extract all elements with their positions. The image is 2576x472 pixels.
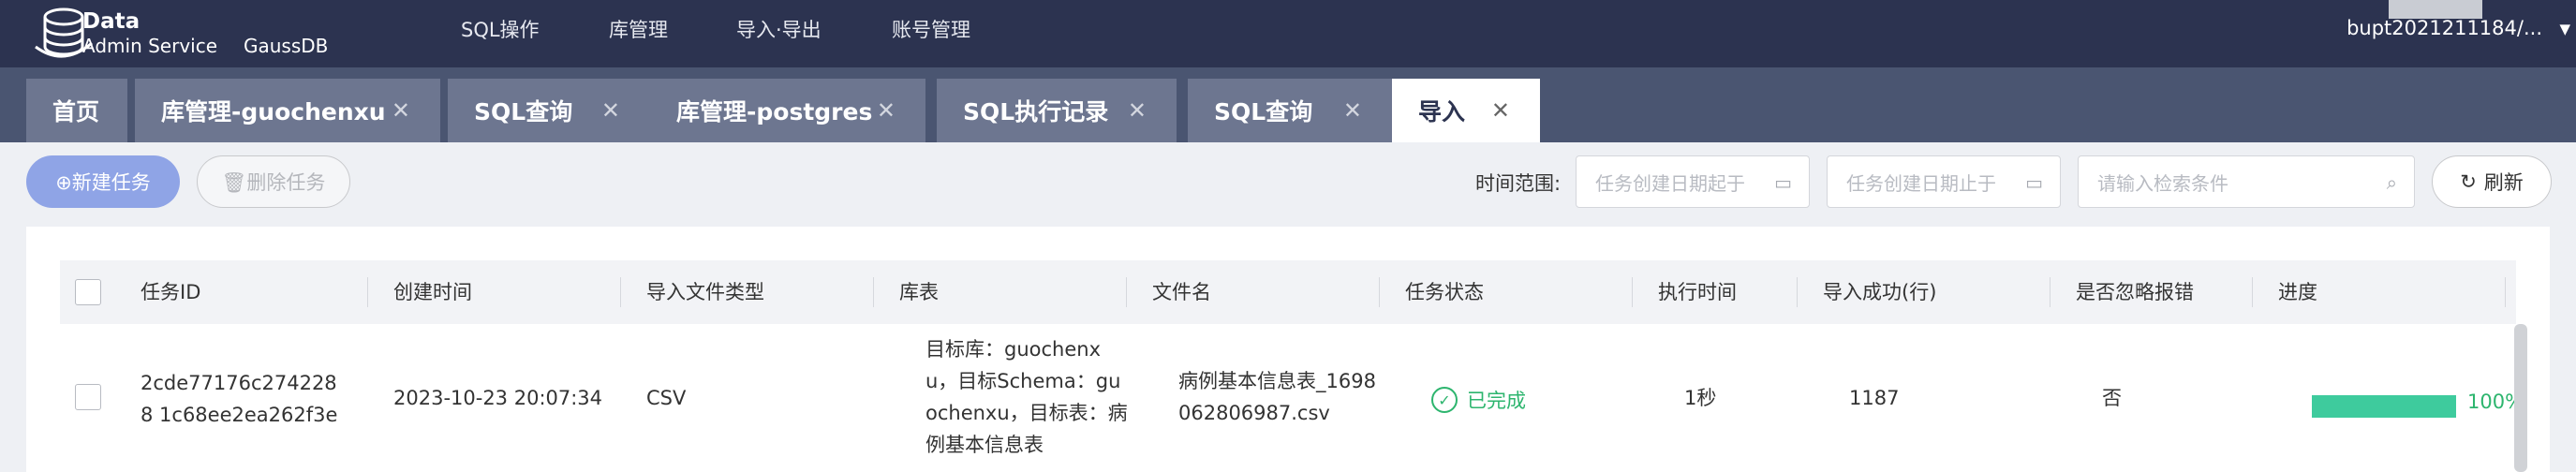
- select-all-checkbox[interactable]: [75, 279, 101, 305]
- tab-db-guochenxu[interactable]: 库管理-guochenxu ✕: [135, 79, 440, 142]
- menu-account-management[interactable]: 账号管理: [892, 15, 970, 43]
- tab-label: 首页: [52, 98, 100, 125]
- col-task-id: 任务ID: [141, 281, 201, 303]
- task-table-panel: 任务ID 创建时间 导入文件类型 库表 文件名 任务状态 执行时间 导入成功(行…: [26, 227, 2550, 472]
- col-ignore-errors: 是否忽略报错: [2076, 281, 2194, 303]
- tab-bar: 首页 库管理-guochenxu ✕ SQL查询 ✕ 库管理-postgres …: [0, 67, 2576, 142]
- top-navbar: Data Admin Service GaussDB SQL操作 库管理 导入·…: [0, 0, 2576, 67]
- search-input[interactable]: 请输入检索条件 ⌕: [2078, 155, 2415, 208]
- col-success-rows: 导入成功(行): [1823, 281, 1937, 303]
- progress-bar: [2312, 395, 2456, 418]
- status-badge: ✓ 已完成: [1431, 386, 1526, 414]
- column-divider: [1797, 277, 1798, 307]
- column-divider: [1379, 277, 1380, 307]
- refresh-label: 刷新: [2483, 171, 2524, 194]
- close-icon[interactable]: ✕: [1343, 97, 1362, 124]
- user-name[interactable]: bupt2021211184/...: [2347, 17, 2542, 39]
- column-divider: [2505, 277, 2506, 307]
- check-circle-icon: ✓: [1431, 387, 1458, 413]
- table-row[interactable]: 2cde77176c2742288 1c68ee2ea262f3e 2023-1…: [60, 324, 2524, 472]
- cell-success-rows: 1187: [1849, 387, 1900, 409]
- col-db-table: 库表: [899, 281, 939, 303]
- start-date-input[interactable]: 任务创建日期起于 ▭: [1576, 155, 1810, 208]
- column-divider: [1632, 277, 1633, 307]
- column-divider: [873, 277, 874, 307]
- search-icon: ⌕: [2386, 171, 2397, 194]
- col-exec-time: 执行时间: [1658, 281, 1737, 303]
- cell-created-time: 2023-10-23 20:07:34: [393, 387, 603, 409]
- close-icon[interactable]: ✕: [1128, 97, 1147, 124]
- tab-db-postgres[interactable]: 库管理-postgres ✕: [650, 79, 925, 142]
- tab-label: SQL查询: [1214, 98, 1313, 125]
- refresh-button[interactable]: ↻ 刷新: [2432, 155, 2552, 208]
- tab-label: 导入: [1418, 98, 1466, 125]
- search-placeholder: 请输入检索条件: [2097, 171, 2228, 195]
- vertical-scrollbar[interactable]: [2514, 324, 2527, 472]
- tab-label: SQL查询: [474, 98, 573, 125]
- col-created-time: 创建时间: [393, 281, 472, 303]
- refresh-icon: ↻: [2460, 170, 2477, 193]
- column-divider: [620, 277, 621, 307]
- menu-import-export[interactable]: 导入·导出: [736, 15, 822, 43]
- app-title: Data: [82, 9, 141, 34]
- tab-label: 库管理-guochenxu: [161, 98, 386, 125]
- tab-label: SQL执行记录: [963, 98, 1109, 125]
- tab-sql-query-2[interactable]: SQL查询 ✕: [1188, 79, 1392, 142]
- calendar-icon: ▭: [1774, 171, 1792, 194]
- cell-exec-time: 1秒: [1684, 387, 1717, 409]
- col-status: 任务状态: [1405, 281, 1484, 303]
- caret-down-icon[interactable]: ▼: [2559, 21, 2570, 37]
- column-divider: [2252, 277, 2253, 307]
- user-avatar-bar: [2389, 0, 2482, 19]
- cell-file-name: 病例基本信息表_1698062806987.csv: [1178, 370, 1376, 424]
- tab-sql-query-1[interactable]: SQL查询 ✕: [448, 79, 650, 142]
- close-icon[interactable]: ✕: [601, 97, 620, 124]
- end-date-placeholder: 任务创建日期止于: [1846, 171, 1996, 195]
- col-file-name: 文件名: [1152, 281, 1211, 303]
- column-divider: [1126, 277, 1127, 307]
- table-header: 任务ID 创建时间 导入文件类型 库表 文件名 任务状态 执行时间 导入成功(行…: [60, 260, 2516, 324]
- end-date-input[interactable]: 任务创建日期止于 ▭: [1827, 155, 2061, 208]
- calendar-icon: ▭: [2025, 171, 2043, 194]
- tab-import[interactable]: 导入 ✕: [1392, 79, 1540, 142]
- cell-file-type: CSV: [646, 387, 687, 409]
- delete-task-button[interactable]: 🗑删除任务: [197, 155, 350, 208]
- menu-sql-operations[interactable]: SQL操作: [461, 15, 540, 43]
- new-task-button[interactable]: ⊕新建任务: [26, 155, 180, 208]
- time-range-label: 时间范围:: [1475, 172, 1562, 195]
- menu-db-management[interactable]: 库管理: [609, 15, 668, 43]
- tab-label: 库管理-postgres: [676, 98, 873, 125]
- tab-sql-exec-history[interactable]: SQL执行记录 ✕: [937, 79, 1177, 142]
- column-divider: [367, 277, 368, 307]
- progress-bar-fill: [2312, 395, 2456, 418]
- col-file-type: 导入文件类型: [646, 281, 764, 303]
- close-icon[interactable]: ✕: [392, 97, 410, 124]
- start-date-placeholder: 任务创建日期起于: [1595, 171, 1745, 195]
- cell-ignore-errors: 否: [2102, 387, 2122, 409]
- tab-home[interactable]: 首页: [26, 79, 127, 142]
- cell-db-table: 目标库：guochenxu，目标Schema：guochenxu，目标表：病例基…: [925, 338, 1128, 456]
- row-checkbox[interactable]: [75, 384, 101, 410]
- app-subtitle: Admin Service: [82, 35, 218, 57]
- cell-task-id: 2cde77176c2742288 1c68ee2ea262f3e: [141, 372, 338, 426]
- col-progress: 进度: [2278, 281, 2317, 303]
- status-label: 已完成: [1467, 390, 1526, 412]
- product-name: GaussDB: [244, 35, 329, 57]
- close-icon[interactable]: ✕: [877, 97, 896, 124]
- close-icon[interactable]: ✕: [1491, 97, 1510, 124]
